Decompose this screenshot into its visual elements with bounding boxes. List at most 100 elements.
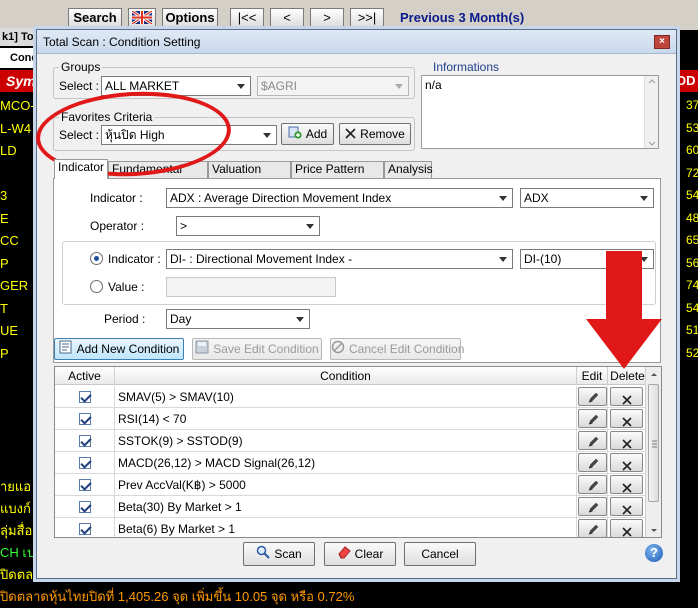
symbol-list-item[interactable]: CC	[0, 233, 40, 248]
conditions-grid: Active Condition Edit Delete SMAV(5) > S…	[54, 366, 662, 538]
value-input[interactable]	[166, 277, 336, 297]
delete-cell	[608, 518, 647, 537]
news-item[interactable]: CH เป	[0, 542, 40, 563]
symbol-list-item[interactable]: T	[0, 301, 40, 316]
cancel-button[interactable]: Cancel	[404, 542, 476, 566]
symbol-list-item[interactable]: UE	[0, 323, 40, 338]
table-row[interactable]: Beta(30) By Market > 1	[55, 496, 647, 518]
indicator-line-select[interactable]: ADX	[520, 188, 654, 208]
informations-scrollbar[interactable]	[644, 76, 658, 148]
clear-button[interactable]: Clear	[324, 542, 396, 566]
condition-column-header[interactable]: Condition	[115, 367, 577, 385]
search-button[interactable]: Search	[68, 8, 122, 28]
delete-cell	[608, 408, 647, 430]
cancel-edit-condition-button[interactable]: Cancel Edit Condition	[330, 338, 464, 360]
active-cell	[55, 474, 115, 496]
condition-cell: SSTOK(9) > SSTOD(9)	[115, 430, 577, 452]
delete-icon[interactable]	[610, 519, 643, 537]
add-favorite-button[interactable]: Add	[281, 123, 334, 145]
sub-group-select[interactable]: $AGRI	[257, 76, 409, 96]
news-item[interactable]: ายแอ	[0, 476, 40, 497]
tab-indicator[interactable]: Indicator	[54, 159, 108, 179]
table-row[interactable]: Beta(6) By Market > 1	[55, 518, 647, 537]
tab-price-pattern[interactable]: Price Pattern	[291, 161, 384, 178]
delete-icon[interactable]	[610, 409, 643, 428]
flag-icon[interactable]	[128, 8, 156, 28]
background-cond-label: Cond	[0, 48, 40, 68]
edit-icon[interactable]	[578, 497, 607, 516]
active-checkbox[interactable]	[79, 523, 91, 535]
nav-first-button[interactable]: |<<	[230, 8, 264, 28]
compare-indicator-select[interactable]: DI- : Directional Movement Index -	[166, 249, 513, 269]
nav-prev-button[interactable]: <	[270, 8, 304, 28]
value-list-item: 51	[686, 323, 698, 337]
save-icon	[195, 340, 209, 360]
indicator-select[interactable]: ADX : Average Direction Movement Index	[166, 188, 513, 208]
active-cell	[55, 452, 115, 474]
remove-favorite-button[interactable]: Remove	[339, 123, 411, 145]
active-checkbox[interactable]	[79, 479, 91, 491]
value-radio[interactable]	[90, 280, 103, 293]
table-row[interactable]: SSTOK(9) > SSTOD(9)	[55, 430, 647, 452]
operator-select[interactable]: >	[176, 216, 320, 236]
symbol-list-item[interactable]: P	[0, 346, 40, 361]
edit-cell	[577, 452, 608, 474]
active-checkbox[interactable]	[79, 435, 91, 447]
table-row[interactable]: RSI(14) < 70	[55, 408, 647, 430]
grid-scrollbar[interactable]	[645, 367, 661, 537]
informations-text: n/a	[425, 78, 442, 92]
active-checkbox[interactable]	[79, 413, 91, 425]
nav-last-button[interactable]: >>|	[350, 8, 384, 28]
edit-column-header[interactable]: Edit	[577, 367, 608, 385]
period-select[interactable]: Day	[166, 309, 310, 329]
save-edit-condition-button[interactable]: Save Edit Condition	[192, 338, 322, 360]
active-checkbox[interactable]	[79, 391, 91, 403]
news-item[interactable]: ปิดตลา	[0, 564, 40, 585]
compare-indicator-radio[interactable]	[90, 252, 103, 265]
delete-icon[interactable]	[610, 475, 643, 494]
cancel-icon	[331, 340, 345, 360]
delete-icon[interactable]	[610, 497, 643, 516]
delete-icon[interactable]	[610, 431, 643, 450]
edit-icon[interactable]	[578, 431, 607, 450]
active-checkbox[interactable]	[79, 457, 91, 469]
annotation-arrow-icon	[586, 251, 662, 369]
scan-button[interactable]: Scan	[243, 542, 315, 566]
close-icon[interactable]: ×	[654, 35, 670, 49]
active-cell	[55, 496, 115, 518]
active-column-header[interactable]: Active	[55, 367, 115, 385]
edit-icon[interactable]	[578, 453, 607, 472]
table-row[interactable]: MACD(26,12) > MACD Signal(26,12)	[55, 452, 647, 474]
edit-icon[interactable]	[578, 519, 607, 537]
period-label: Period :	[104, 312, 146, 326]
value-list-item: 65	[686, 233, 698, 247]
delete-icon[interactable]	[610, 387, 643, 406]
symbol-list-item[interactable]: GER	[0, 278, 40, 293]
options-button[interactable]: Options	[162, 8, 218, 28]
symbol-list-item[interactable]: P	[0, 256, 40, 271]
active-cell	[55, 430, 115, 452]
edit-icon[interactable]	[578, 387, 607, 406]
add-icon	[288, 125, 302, 145]
symbol-list-item[interactable]: L-W4	[0, 121, 40, 136]
symbol-list-item[interactable]: LD	[0, 143, 40, 158]
nav-next-button[interactable]: >	[310, 8, 344, 28]
symbol-list-item[interactable]: E	[0, 211, 40, 226]
symbol-list-item[interactable]: 3	[0, 188, 40, 203]
active-checkbox[interactable]	[79, 501, 91, 513]
news-item[interactable]: แบงก์	[0, 498, 40, 519]
grid-scrollbar-thumb[interactable]	[648, 384, 659, 502]
tab-analysis[interactable]: Analysis	[384, 161, 433, 178]
delete-column-header[interactable]: Delete	[608, 367, 647, 385]
symbol-list-item[interactable]: MCO-W	[0, 98, 40, 113]
edit-icon[interactable]	[578, 475, 607, 494]
delete-icon[interactable]	[610, 453, 643, 472]
background-tab[interactable]: k1] To	[0, 28, 40, 46]
news-item[interactable]: ลุ่มสื่อ	[0, 520, 40, 541]
edit-icon[interactable]	[578, 409, 607, 428]
add-new-condition-button[interactable]: Add New Condition	[54, 338, 184, 360]
table-row[interactable]: SMAV(5) > SMAV(10)	[55, 386, 647, 408]
help-icon[interactable]: ?	[645, 544, 663, 562]
table-row[interactable]: Prev AccVal(K฿) > 5000	[55, 474, 647, 496]
tab-valuation[interactable]: Valuation	[208, 161, 291, 178]
